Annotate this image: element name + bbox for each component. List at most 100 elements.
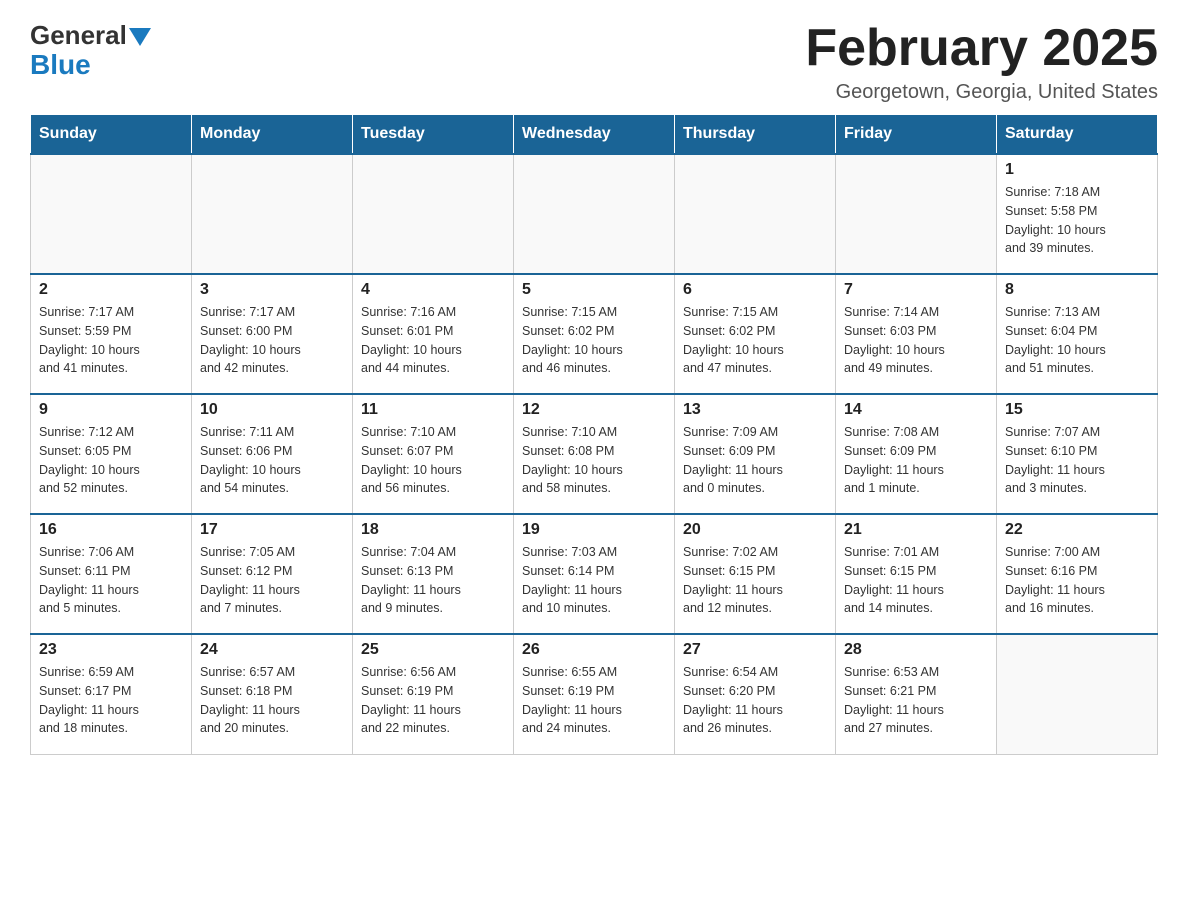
- header-sunday: Sunday: [31, 115, 192, 155]
- day-number: 9: [39, 401, 183, 419]
- calendar-cell-w4-d1: 16 Sunrise: 7:06 AMSunset: 6:11 PMDayligh…: [31, 514, 192, 634]
- calendar-cell-w3-d5: 13 Sunrise: 7:09 AMSunset: 6:09 PMDayligh…: [675, 394, 836, 514]
- day-number: 14: [844, 401, 988, 419]
- day-number: 16: [39, 521, 183, 539]
- calendar-cell-w3-d4: 12 Sunrise: 7:10 AMSunset: 6:08 PMDayligh…: [514, 394, 675, 514]
- header-tuesday: Tuesday: [353, 115, 514, 155]
- calendar-cell-w3-d6: 14 Sunrise: 7:08 AMSunset: 6:09 PMDayligh…: [836, 394, 997, 514]
- location-subtitle: Georgetown, Georgia, United States: [805, 81, 1158, 104]
- title-section: February 2025 Georgetown, Georgia, Unite…: [805, 20, 1158, 104]
- calendar-cell-w1-d7: 1 Sunrise: 7:18 AMSunset: 5:58 PMDaylight…: [997, 154, 1158, 274]
- header-monday: Monday: [192, 115, 353, 155]
- calendar-cell-w4-d6: 21 Sunrise: 7:01 AMSunset: 6:15 PMDayligh…: [836, 514, 997, 634]
- calendar-cell-w4-d2: 17 Sunrise: 7:05 AMSunset: 6:12 PMDayligh…: [192, 514, 353, 634]
- day-number: 7: [844, 281, 988, 299]
- day-info: Sunrise: 7:06 AMSunset: 6:11 PMDaylight:…: [39, 543, 183, 618]
- day-number: 25: [361, 641, 505, 659]
- day-info: Sunrise: 7:04 AMSunset: 6:13 PMDaylight:…: [361, 543, 505, 618]
- week-row-2: 2 Sunrise: 7:17 AMSunset: 5:59 PMDaylight…: [31, 274, 1158, 394]
- header-saturday: Saturday: [997, 115, 1158, 155]
- day-info: Sunrise: 6:53 AMSunset: 6:21 PMDaylight:…: [844, 663, 988, 738]
- calendar-cell-w2-d3: 4 Sunrise: 7:16 AMSunset: 6:01 PMDaylight…: [353, 274, 514, 394]
- day-info: Sunrise: 7:17 AMSunset: 5:59 PMDaylight:…: [39, 303, 183, 378]
- day-number: 26: [522, 641, 666, 659]
- day-number: 5: [522, 281, 666, 299]
- day-number: 6: [683, 281, 827, 299]
- header-wednesday: Wednesday: [514, 115, 675, 155]
- day-number: 13: [683, 401, 827, 419]
- calendar-cell-w3-d7: 15 Sunrise: 7:07 AMSunset: 6:10 PMDayligh…: [997, 394, 1158, 514]
- day-number: 12: [522, 401, 666, 419]
- day-info: Sunrise: 7:15 AMSunset: 6:02 PMDaylight:…: [683, 303, 827, 378]
- day-number: 17: [200, 521, 344, 539]
- week-row-3: 9 Sunrise: 7:12 AMSunset: 6:05 PMDaylight…: [31, 394, 1158, 514]
- calendar-cell-w2-d1: 2 Sunrise: 7:17 AMSunset: 5:59 PMDaylight…: [31, 274, 192, 394]
- day-number: 2: [39, 281, 183, 299]
- calendar-cell-w5-d1: 23 Sunrise: 6:59 AMSunset: 6:17 PMDayligh…: [31, 634, 192, 754]
- day-number: 15: [1005, 401, 1149, 419]
- day-info: Sunrise: 7:09 AMSunset: 6:09 PMDaylight:…: [683, 423, 827, 498]
- day-info: Sunrise: 7:03 AMSunset: 6:14 PMDaylight:…: [522, 543, 666, 618]
- week-row-5: 23 Sunrise: 6:59 AMSunset: 6:17 PMDayligh…: [31, 634, 1158, 754]
- calendar-cell-w1-d4: [514, 154, 675, 274]
- calendar-cell-w1-d5: [675, 154, 836, 274]
- day-info: Sunrise: 6:57 AMSunset: 6:18 PMDaylight:…: [200, 663, 344, 738]
- header-friday: Friday: [836, 115, 997, 155]
- calendar-cell-w3-d2: 10Sunrise: 7:11 AMSunset: 6:06 PMDayligh…: [192, 394, 353, 514]
- day-info: Sunrise: 6:59 AMSunset: 6:17 PMDaylight:…: [39, 663, 183, 738]
- day-info: Sunrise: 7:13 AMSunset: 6:04 PMDaylight:…: [1005, 303, 1149, 378]
- logo: General Blue: [30, 20, 151, 79]
- calendar-cell-w4-d5: 20Sunrise: 7:02 AMSunset: 6:15 PMDayligh…: [675, 514, 836, 634]
- logo-general-text: General: [30, 20, 127, 51]
- weekday-header-row: Sunday Monday Tuesday Wednesday Thursday…: [31, 115, 1158, 155]
- day-info: Sunrise: 7:18 AMSunset: 5:58 PMDaylight:…: [1005, 183, 1149, 258]
- calendar-cell-w3-d1: 9 Sunrise: 7:12 AMSunset: 6:05 PMDaylight…: [31, 394, 192, 514]
- calendar-cell-w1-d1: [31, 154, 192, 274]
- day-info: Sunrise: 7:16 AMSunset: 6:01 PMDaylight:…: [361, 303, 505, 378]
- day-info: Sunrise: 7:07 AMSunset: 6:10 PMDaylight:…: [1005, 423, 1149, 498]
- calendar-cell-w2-d7: 8 Sunrise: 7:13 AMSunset: 6:04 PMDaylight…: [997, 274, 1158, 394]
- calendar-cell-w1-d3: [353, 154, 514, 274]
- day-number: 23: [39, 641, 183, 659]
- calendar-cell-w5-d6: 28 Sunrise: 6:53 AMSunset: 6:21 PMDayligh…: [836, 634, 997, 754]
- day-info: Sunrise: 7:12 AMSunset: 6:05 PMDaylight:…: [39, 423, 183, 498]
- day-number: 3: [200, 281, 344, 299]
- calendar-cell-w2-d6: 7 Sunrise: 7:14 AMSunset: 6:03 PMDaylight…: [836, 274, 997, 394]
- day-number: 28: [844, 641, 988, 659]
- day-info: Sunrise: 7:10 AMSunset: 6:07 PMDaylight:…: [361, 423, 505, 498]
- logo-blue-text: Blue: [30, 51, 91, 79]
- calendar-cell-w5-d3: 25 Sunrise: 6:56 AMSunset: 6:19 PMDayligh…: [353, 634, 514, 754]
- day-number: 19: [522, 521, 666, 539]
- day-number: 21: [844, 521, 988, 539]
- day-info: Sunrise: 7:10 AMSunset: 6:08 PMDaylight:…: [522, 423, 666, 498]
- day-info: Sunrise: 6:55 AMSunset: 6:19 PMDaylight:…: [522, 663, 666, 738]
- day-number: 24: [200, 641, 344, 659]
- calendar-cell-w4-d4: 19 Sunrise: 7:03 AMSunset: 6:14 PMDayligh…: [514, 514, 675, 634]
- day-info: Sunrise: 6:56 AMSunset: 6:19 PMDaylight:…: [361, 663, 505, 738]
- page-header: General Blue February 2025 Georgetown, G…: [30, 20, 1158, 104]
- day-number: 1: [1005, 161, 1149, 179]
- day-number: 18: [361, 521, 505, 539]
- calendar-cell-w3-d3: 11 Sunrise: 7:10 AMSunset: 6:07 PMDayligh…: [353, 394, 514, 514]
- calendar-cell-w2-d5: 6 Sunrise: 7:15 AMSunset: 6:02 PMDaylight…: [675, 274, 836, 394]
- week-row-1: 1 Sunrise: 7:18 AMSunset: 5:58 PMDaylight…: [31, 154, 1158, 274]
- day-number: 11: [361, 401, 505, 419]
- day-number: 22: [1005, 521, 1149, 539]
- day-number: 8: [1005, 281, 1149, 299]
- header-thursday: Thursday: [675, 115, 836, 155]
- calendar-cell-w1-d6: [836, 154, 997, 274]
- day-info: Sunrise: 7:02 AMSunset: 6:15 PMDaylight:…: [683, 543, 827, 618]
- day-number: 4: [361, 281, 505, 299]
- calendar-cell-w1-d2: [192, 154, 353, 274]
- day-info: Sunrise: 7:08 AMSunset: 6:09 PMDaylight:…: [844, 423, 988, 498]
- calendar-cell-w5-d4: 26 Sunrise: 6:55 AMSunset: 6:19 PMDayligh…: [514, 634, 675, 754]
- day-number: 10: [200, 401, 344, 419]
- day-info: Sunrise: 7:05 AMSunset: 6:12 PMDaylight:…: [200, 543, 344, 618]
- logo-triangle-icon: [129, 28, 151, 46]
- day-info: Sunrise: 7:01 AMSunset: 6:15 PMDaylight:…: [844, 543, 988, 618]
- day-info: Sunrise: 7:14 AMSunset: 6:03 PMDaylight:…: [844, 303, 988, 378]
- calendar-cell-w2-d2: 3Sunrise: 7:17 AMSunset: 6:00 PMDaylight…: [192, 274, 353, 394]
- day-number: 27: [683, 641, 827, 659]
- calendar-cell-w4-d3: 18 Sunrise: 7:04 AMSunset: 6:13 PMDayligh…: [353, 514, 514, 634]
- calendar-cell-w5-d5: 27Sunrise: 6:54 AMSunset: 6:20 PMDayligh…: [675, 634, 836, 754]
